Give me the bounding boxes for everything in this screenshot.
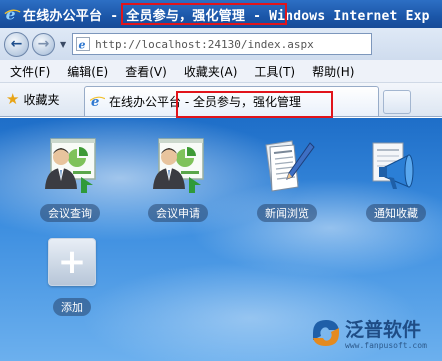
menu-edit[interactable]: 编辑(E) (67, 63, 108, 80)
brand-watermark: 泛普软件 www.fanpusoft.com (309, 314, 437, 358)
title-highlight-box (121, 3, 287, 25)
app-add[interactable]: + 添加 (37, 238, 107, 334)
history-dropdown-icon[interactable]: ▼ (60, 40, 66, 49)
app-label: 通知收藏 (366, 204, 426, 222)
app-meeting-apply[interactable]: 会议申请 (143, 136, 213, 232)
brand-url: www.fanpusoft.com (345, 341, 427, 350)
menu-bar: 文件(F) 编辑(E) 查看(V) 收藏夹(A) 工具(T) 帮助(H) (0, 60, 442, 83)
add-icon: + (48, 238, 96, 286)
app-label: 会议查询 (40, 204, 100, 222)
favorites-label: 收藏夹 (23, 93, 60, 107)
app-meeting-query[interactable]: 会议查询 (35, 136, 105, 232)
forward-button[interactable]: → (32, 32, 55, 56)
newspaper-icon (257, 136, 317, 196)
menu-file[interactable]: 文件(F) (10, 63, 50, 80)
menu-help[interactable]: 帮助(H) (312, 63, 354, 80)
url-text: http://localhost:24130/index.aspx (95, 37, 314, 51)
favorites-star-icon: ★ (6, 90, 20, 108)
tab-highlight-box (176, 91, 333, 118)
menu-favorites[interactable]: 收藏夹(A) (184, 63, 238, 80)
svg-text:e: e (79, 39, 86, 52)
brand-name: 泛普软件 (345, 319, 422, 341)
forward-arrow-icon: → (37, 36, 50, 52)
favorites-button[interactable]: ★ 收藏夹 (6, 91, 59, 108)
brand-logo-icon (313, 320, 339, 346)
svg-text:e: e (6, 6, 16, 23)
app-notice[interactable]: 通知收藏 (361, 136, 431, 232)
ie-logo-icon: e (4, 6, 21, 23)
menu-view[interactable]: 查看(V) (125, 63, 167, 80)
back-arrow-icon: ← (10, 36, 23, 52)
window-titlebar: e 在线办公平台 - 全员参与，强化管理 - Windows Internet … (0, 0, 442, 28)
meeting-presenter-icon (148, 136, 208, 196)
megaphone-icon (366, 136, 426, 196)
ie-page-icon: e (76, 37, 91, 52)
app-label: 新闻浏览 (257, 204, 317, 222)
app-label: 会议申请 (148, 204, 208, 222)
desktop-area: 会议查询 会议申请 新闻浏览 通知收藏 + 添加 泛普软件 www.fanpus… (0, 118, 442, 361)
ie-tab-icon: e (90, 95, 105, 109)
back-button[interactable]: ← (4, 31, 29, 57)
menu-tools[interactable]: 工具(T) (254, 63, 295, 80)
url-field[interactable]: e http://localhost:24130/index.aspx (72, 33, 373, 55)
app-label: 添加 (53, 298, 91, 316)
app-news[interactable]: 新闻浏览 (252, 136, 322, 232)
new-tab-button[interactable] (383, 90, 411, 114)
address-bar: ← → ▼ e http://localhost:24130/index.asp… (0, 28, 442, 60)
meeting-presenter-icon (40, 136, 100, 196)
